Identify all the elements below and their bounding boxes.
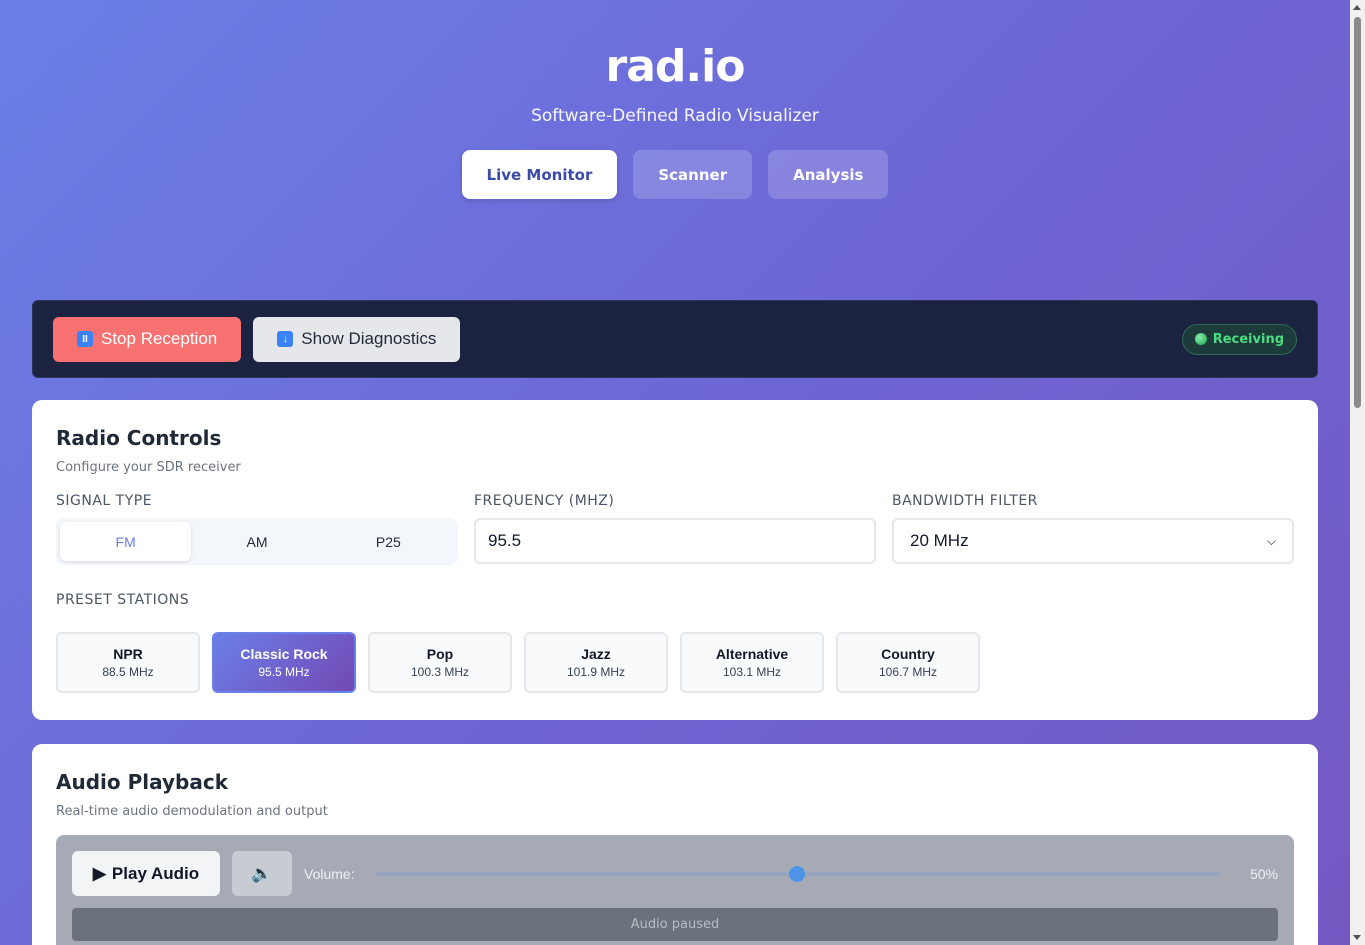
volume-thumb[interactable] — [789, 865, 806, 882]
preset-frequency: 103.1 MHz — [722, 665, 782, 679]
play-icon: ▶ — [92, 863, 106, 883]
scroll-up-icon[interactable] — [1353, 5, 1361, 10]
down-arrow-icon: ↓ — [277, 331, 294, 347]
preset-name: Country — [881, 646, 935, 662]
radio-controls-subtitle: Configure your SDR receiver — [56, 460, 241, 475]
preset-frequency: 101.9 MHz — [566, 665, 626, 679]
page: rad.io Software-Defined Radio Visualizer… — [0, 0, 1350, 945]
scrollbar-thumb[interactable] — [1354, 17, 1361, 408]
signal-type-fm[interactable]: FM — [60, 522, 192, 561]
status-text: Receiving — [1212, 331, 1284, 347]
tab-live-monitor[interactable]: Live Monitor — [461, 150, 618, 199]
play-audio-label: Play Audio — [111, 863, 200, 883]
scroll-down-icon[interactable] — [1353, 935, 1361, 940]
preset-stations: NPR 88.5 MHz Classic Rock 95.5 MHz Pop 1… — [56, 632, 1294, 693]
preset-frequency: 100.3 MHz — [410, 665, 470, 679]
frequency-label: FREQUENCY (MHZ) — [474, 493, 615, 509]
status-dot-icon — [1194, 333, 1207, 345]
show-diagnostics-button[interactable]: ↓ Show Diagnostics — [253, 316, 461, 362]
bandwidth-select[interactable]: 20 MHz ⌵ — [892, 518, 1294, 564]
main-nav: Live Monitor Scanner Analysis — [0, 150, 1350, 199]
signal-type-group: SIGNAL TYPE FM AM P25 — [56, 493, 458, 565]
bandwidth-value: 20 MHz — [910, 531, 969, 550]
show-diagnostics-label: Show Diagnostics — [301, 329, 437, 348]
speaker-icon: 🔈 — [251, 863, 273, 883]
app-subtitle: Software-Defined Radio Visualizer — [531, 106, 819, 126]
volume-value: 50% — [1249, 865, 1278, 882]
preset-stations-label: PRESET STATIONS — [56, 592, 190, 608]
tab-analysis[interactable]: Analysis — [768, 150, 889, 199]
signal-type-am[interactable]: AM — [191, 522, 322, 561]
frequency-group: FREQUENCY (MHZ) — [474, 493, 876, 565]
volume-slider[interactable] — [374, 864, 1220, 884]
status-badge: Receiving — [1181, 323, 1297, 355]
tab-scanner[interactable]: Scanner — [633, 150, 753, 199]
app-title: rad.io — [605, 41, 746, 92]
volume-label: Volume: — [304, 865, 355, 882]
preset-frequency: 95.5 MHz — [258, 665, 310, 679]
app-header: rad.io Software-Defined Radio Visualizer… — [0, 0, 1350, 199]
controls-row: SIGNAL TYPE FM AM P25 FREQUENCY (MHZ) BA… — [56, 493, 1294, 565]
preset-name: Alternative — [715, 646, 789, 662]
pause-icon: II — [77, 331, 93, 347]
preset-name: Pop — [426, 646, 454, 662]
radio-controls-title: Radio Controls — [56, 426, 222, 450]
chevron-down-icon: ⌵ — [1266, 533, 1276, 548]
signal-type-label: SIGNAL TYPE — [56, 493, 153, 509]
preset-frequency: 88.5 MHz — [102, 665, 154, 679]
preset-classic-rock[interactable]: Classic Rock 95.5 MHz — [212, 632, 356, 693]
mute-button[interactable]: 🔈 — [232, 851, 292, 896]
audio-status: Audio paused — [72, 908, 1278, 941]
stop-reception-label: Stop Reception — [101, 329, 218, 348]
bandwidth-label: BANDWIDTH FILTER — [892, 493, 1038, 509]
audio-playback-subtitle: Real-time audio demodulation and output — [56, 804, 328, 819]
frequency-input[interactable] — [474, 518, 876, 564]
radio-controls-card: Radio Controls Configure your SDR receiv… — [32, 400, 1318, 720]
audio-playback-card: Audio Playback Real-time audio demodulat… — [32, 744, 1318, 945]
signal-type-p25[interactable]: P25 — [323, 522, 454, 561]
audio-player: ▶ Play Audio 🔈 Volume: 50% Audio paused — [56, 835, 1294, 945]
bandwidth-group: BANDWIDTH FILTER 20 MHz ⌵ — [892, 493, 1294, 565]
preset-frequency: 106.7 MHz — [878, 665, 938, 679]
stop-reception-button[interactable]: II Stop Reception — [53, 316, 242, 362]
audio-playback-title: Audio Playback — [56, 770, 228, 794]
preset-country[interactable]: Country 106.7 MHz — [836, 632, 980, 693]
player-controls: ▶ Play Audio 🔈 Volume: 50% — [72, 851, 1278, 896]
preset-name: Jazz — [581, 646, 611, 662]
preset-jazz[interactable]: Jazz 101.9 MHz — [524, 632, 668, 693]
preset-alternative[interactable]: Alternative 103.1 MHz — [680, 632, 824, 693]
scrollbar[interactable] — [1350, 0, 1365, 945]
preset-name: NPR — [113, 646, 143, 662]
reception-toolbar: II Stop Reception ↓ Show Diagnostics Rec… — [32, 300, 1318, 378]
play-audio-button[interactable]: ▶ Play Audio — [72, 851, 220, 896]
preset-name: Classic Rock — [240, 646, 328, 662]
preset-pop[interactable]: Pop 100.3 MHz — [368, 632, 512, 693]
preset-npr[interactable]: NPR 88.5 MHz — [56, 632, 200, 693]
signal-type-selector: FM AM P25 — [56, 518, 458, 565]
